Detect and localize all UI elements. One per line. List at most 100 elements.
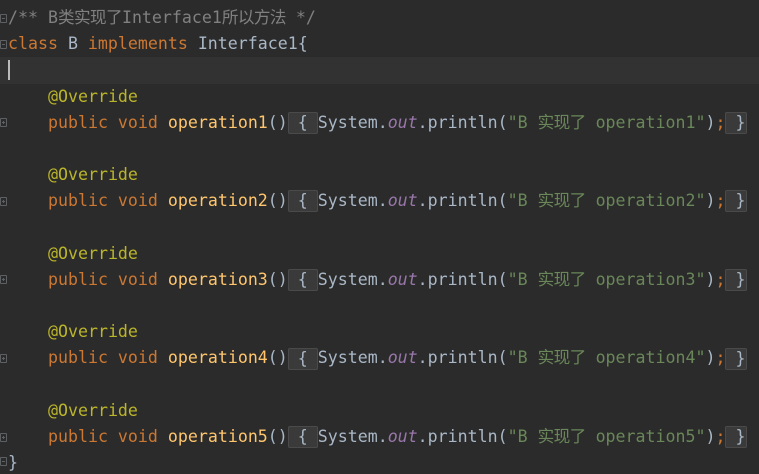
- folded-body-open-brace[interactable]: {: [287, 347, 318, 370]
- semicolon: ;: [715, 348, 726, 368]
- string-literal: "B 实现了 operation3": [508, 267, 706, 293]
- code-line-annotation[interactable]: @Override: [0, 241, 759, 267]
- cjk-glyph: 现: [553, 348, 571, 368]
- println-call: .println(: [417, 348, 508, 368]
- println-call: .println(: [417, 427, 508, 446]
- fold-collapse-icon[interactable]: [0, 39, 7, 49]
- string-literal: "B 实现了 operation5": [508, 424, 706, 450]
- fold-expand-icon[interactable]: [0, 354, 7, 364]
- string-literal: "B 实现了 operation2": [508, 188, 706, 214]
- code-line-annotation[interactable]: @Override: [0, 398, 759, 424]
- method-list: @Override public void operation1 () { Sy…: [0, 84, 759, 451]
- parameter-list: (): [267, 191, 288, 211]
- code-line-blank[interactable]: [0, 136, 759, 162]
- code-line-method[interactable]: public void operation4 () { System. out …: [0, 345, 759, 371]
- code-line-class-declaration[interactable]: class B implements Interface1 {: [0, 31, 759, 57]
- static-field-out: out: [387, 191, 418, 211]
- fold-end-icon[interactable]: [0, 457, 7, 467]
- method-modifiers: public void: [48, 112, 158, 132]
- annotation-override: @Override: [48, 400, 138, 420]
- folded-body-open-brace[interactable]: {: [287, 111, 318, 134]
- static-field-out: out: [387, 427, 418, 446]
- static-field-out: out: [387, 348, 418, 368]
- cjk-glyph: 以: [237, 8, 255, 27]
- folded-body-open-brace[interactable]: {: [287, 426, 318, 449]
- cjk-glyph: 了: [569, 269, 587, 289]
- class-closing-brace: }: [8, 453, 18, 473]
- parameter-list: (): [267, 348, 288, 368]
- cjk-glyph: 现: [553, 427, 571, 446]
- system-class-ref: System.: [317, 112, 388, 132]
- system-class-ref: System.: [317, 269, 388, 289]
- semicolon: ;: [715, 112, 726, 132]
- folded-body-open-brace[interactable]: {: [287, 268, 318, 291]
- cjk-glyph: 类: [57, 8, 75, 27]
- code-line-blank[interactable]: [0, 372, 759, 398]
- folded-body-close-brace[interactable]: }: [725, 426, 748, 449]
- cjk-glyph: 实: [537, 191, 555, 211]
- code-line-method[interactable]: public void operation3 () { System. out …: [0, 267, 759, 293]
- println-call: .println(: [417, 269, 508, 289]
- folded-body-close-brace[interactable]: }: [725, 111, 748, 134]
- method-modifiers: public void: [48, 427, 158, 446]
- cjk-glyph: 实: [73, 8, 91, 27]
- code-line-method[interactable]: public void operation5 () { System. out …: [0, 424, 759, 450]
- parameter-list: (): [267, 112, 288, 132]
- close-paren: ): [705, 348, 716, 368]
- text-caret: [8, 60, 10, 81]
- folded-body-close-brace[interactable]: }: [725, 190, 748, 213]
- code-line-annotation[interactable]: @Override: [0, 84, 759, 110]
- code-line-doc-comment[interactable]: /** B类实现了Interface1所以方法 */: [0, 5, 759, 31]
- code-line-annotation[interactable]: @Override: [0, 319, 759, 345]
- cjk-glyph: 现: [553, 269, 571, 289]
- fold-expand-icon[interactable]: [0, 196, 7, 206]
- cjk-glyph: 实: [537, 348, 555, 368]
- close-paren: ): [705, 269, 716, 289]
- close-paren: ): [705, 191, 716, 211]
- fold-collapse-icon[interactable]: [0, 13, 7, 23]
- annotation-override: @Override: [48, 243, 138, 263]
- fold-expand-icon[interactable]: [0, 275, 7, 285]
- cjk-glyph: 了: [569, 112, 587, 132]
- code-line-method[interactable]: public void operation1 () { System. out …: [0, 110, 759, 136]
- println-call: .println(: [417, 112, 508, 132]
- code-line-class-closing-brace[interactable]: }: [0, 450, 759, 474]
- fold-expand-icon[interactable]: [0, 432, 7, 442]
- semicolon: ;: [715, 427, 726, 446]
- cjk-glyph: 现: [89, 8, 107, 27]
- cjk-glyph: 现: [553, 191, 571, 211]
- code-line-blank[interactable]: [0, 293, 759, 319]
- method-name: operation2: [167, 191, 268, 211]
- class-name: B: [67, 34, 78, 54]
- close-paren: ): [705, 112, 716, 132]
- method-name: operation1: [167, 112, 268, 132]
- code-line-method[interactable]: public void operation2 () { System. out …: [0, 188, 759, 214]
- cjk-glyph: 了: [569, 191, 587, 211]
- code-line-blank[interactable]: [0, 215, 759, 241]
- method-modifiers: public void: [48, 348, 158, 368]
- fold-expand-icon[interactable]: [0, 118, 7, 128]
- folded-body-open-brace[interactable]: {: [287, 190, 318, 213]
- code-area[interactable]: /** B类实现了Interface1所以方法 */ class B imple…: [0, 5, 759, 474]
- cjk-glyph: 所: [221, 8, 239, 27]
- code-line-current[interactable]: [0, 57, 759, 84]
- static-field-out: out: [387, 112, 418, 132]
- static-field-out: out: [387, 269, 418, 289]
- system-class-ref: System.: [317, 191, 388, 211]
- annotation-override: @Override: [48, 165, 138, 185]
- annotation-override: @Override: [48, 322, 138, 342]
- semicolon: ;: [715, 269, 726, 289]
- parameter-list: (): [267, 269, 288, 289]
- cjk-glyph: 了: [569, 427, 587, 446]
- folded-body-close-brace[interactable]: }: [725, 347, 748, 370]
- system-class-ref: System.: [317, 348, 388, 368]
- code-line-annotation[interactable]: @Override: [0, 162, 759, 188]
- cjk-glyph: 现: [553, 112, 571, 132]
- cjk-glyph: 了: [569, 348, 587, 368]
- cjk-glyph: 实: [537, 269, 555, 289]
- folded-body-close-brace[interactable]: }: [725, 268, 748, 291]
- code-editor[interactable]: /** B类实现了Interface1所以方法 */ class B imple…: [0, 0, 759, 474]
- semicolon: ;: [715, 191, 726, 211]
- method-name: operation3: [167, 269, 268, 289]
- cjk-glyph: 法: [269, 8, 287, 27]
